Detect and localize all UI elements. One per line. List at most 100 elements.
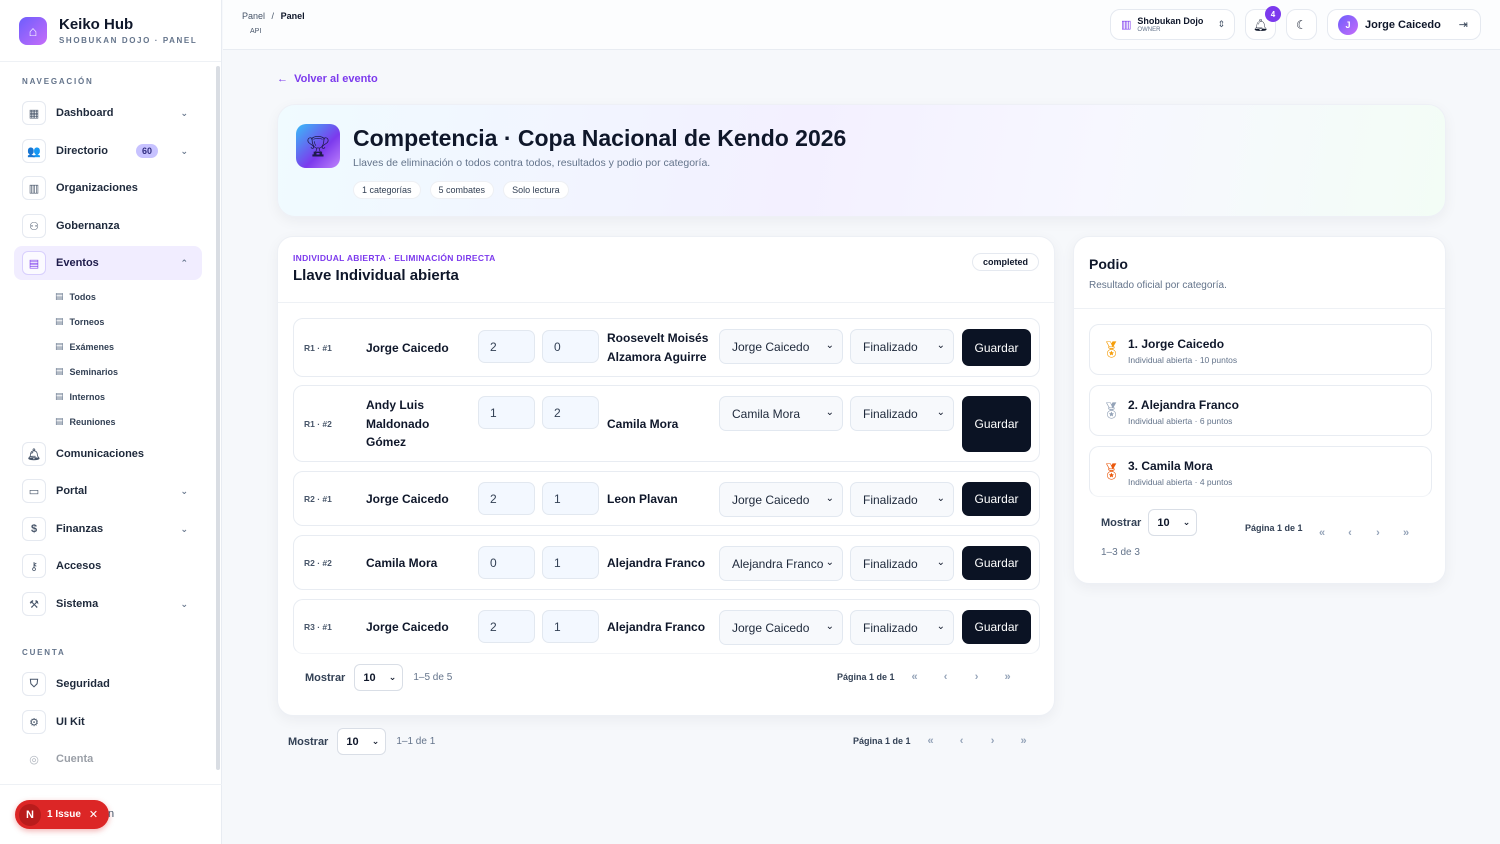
status-select[interactable]: Finalizado ⌄ — [850, 482, 954, 517]
status-select[interactable]: Finalizado ⌄ — [850, 396, 954, 431]
match-round: R3 · #1 — [304, 622, 332, 632]
user-menu[interactable]: J Jorge Caicedo ⇥ — [1327, 9, 1481, 40]
winner-select[interactable]: Camila Mora ⌄ — [719, 396, 843, 431]
close-icon[interactable]: ✕ — [89, 808, 98, 821]
match-round: R2 · #1 — [304, 494, 332, 504]
page-size-value: 10 — [363, 672, 376, 684]
prev-page-icon[interactable]: ‹ — [951, 735, 973, 747]
sidebar-item-ui-kit[interactable]: ⚙ UI Kit — [14, 705, 202, 739]
shield-icon: ⛉ — [22, 672, 46, 696]
sidebar-item-comunicaciones[interactable]: 🔔︎ Comunicaciones — [14, 437, 202, 471]
sidebar-item-organizaciones[interactable]: ▥ Organizaciones — [14, 171, 202, 205]
next-page-icon[interactable]: › — [1367, 527, 1389, 539]
chevron-down-icon: ⌄ — [823, 621, 834, 632]
player-two: Roosevelt Moisés Alzamora Aguirre — [607, 331, 709, 364]
next-page-icon[interactable]: › — [982, 735, 1004, 747]
score-two-input[interactable]: 1 — [542, 610, 599, 643]
save-button[interactable]: Guardar — [962, 329, 1031, 366]
winner-select[interactable]: Jorge Caicedo ⌄ — [719, 610, 843, 645]
calendar-icon: ▤ — [55, 366, 64, 376]
first-page-icon[interactable]: « — [1311, 527, 1333, 539]
score-one-input[interactable]: 1 — [478, 396, 535, 429]
prev-page-icon[interactable]: ‹ — [935, 671, 957, 683]
save-button[interactable]: Guardar — [962, 396, 1031, 452]
chevron-down-icon: ⌄ — [180, 598, 188, 609]
next-page-icon[interactable]: › — [966, 671, 988, 683]
score-two-input[interactable]: 1 — [542, 482, 599, 515]
sidebar-item-label: Sistema — [56, 598, 99, 610]
winner-select[interactable]: Jorge Caicedo ⌄ — [719, 482, 843, 517]
notifications-button[interactable]: 🔔︎ 4 — [1245, 6, 1281, 40]
sidebar-item-gobernanza[interactable]: ⚇ Gobernanza — [14, 209, 202, 243]
chevron-down-icon: ⌄ — [934, 621, 945, 632]
sidebar-subitem-internos[interactable]: ▤ Internos — [55, 391, 105, 402]
winner-select[interactable]: Jorge Caicedo ⌄ — [719, 329, 843, 364]
last-page-icon[interactable]: » — [1013, 735, 1035, 747]
status-select[interactable]: Finalizado ⌄ — [850, 329, 954, 364]
page-size-select[interactable]: 10 ⌄ — [1148, 509, 1198, 536]
sidebar-item-sistema[interactable]: ⚒ Sistema ⌄ — [14, 587, 202, 621]
last-page-icon[interactable]: » — [997, 671, 1019, 683]
chevron-down-icon: ⌄ — [180, 523, 188, 534]
gold-medal-icon: 🏅︎ — [1101, 342, 1122, 359]
page-size-select[interactable]: 10 ⌄ — [354, 664, 404, 691]
page-size-select[interactable]: 10 ⌄ — [337, 728, 387, 755]
podium-entry: 🏅︎ 2. Alejandra Franco Individual abiert… — [1089, 385, 1432, 436]
sidebar-item-eventos[interactable]: ▤ Eventos ⌃ — [14, 246, 202, 280]
prev-page-icon[interactable]: ‹ — [1339, 527, 1361, 539]
first-page-icon[interactable]: « — [904, 671, 926, 683]
player-one: Camila Mora — [366, 556, 438, 570]
score-two-input[interactable]: 2 — [542, 396, 599, 429]
podium-entry: 🏅︎ 1. Jorge Caicedo Individual abierta ·… — [1089, 324, 1432, 375]
sidebar-scrollbar[interactable] — [216, 66, 220, 770]
sidebar-item-seguridad[interactable]: ⛉ Seguridad — [14, 667, 202, 701]
winner-select[interactable]: Alejandra Franco ⌄ — [719, 546, 843, 581]
chevron-down-icon: ⌄ — [934, 407, 945, 418]
sidebar-subitem-seminarios[interactable]: ▤ Seminarios — [55, 366, 118, 377]
score-two-input[interactable]: 1 — [542, 546, 599, 579]
theme-toggle-button[interactable]: ☾ — [1286, 9, 1317, 40]
breadcrumb-separator: / — [271, 11, 275, 21]
breadcrumb-current: Panel — [280, 11, 305, 21]
sidebar-item-finanzas[interactable]: $ Finanzas ⌄ — [14, 512, 202, 546]
org-name: Shobukan Dojo — [1137, 16, 1204, 26]
sidebar-subitem-todos[interactable]: ▤ Todos — [55, 291, 96, 302]
podium-name: 3. Camila Mora — [1128, 459, 1213, 473]
last-page-icon[interactable]: » — [1395, 527, 1417, 539]
status-select[interactable]: Finalizado ⌄ — [850, 610, 954, 645]
sidebar-subitem-torneos[interactable]: ▤ Torneos — [55, 316, 104, 327]
matches-pagination: Mostrar 10 ⌄ 1–5 de 5 — [305, 664, 452, 691]
score-one-input[interactable]: 2 — [478, 482, 535, 515]
breadcrumb-item[interactable]: Panel — [242, 11, 265, 21]
score-one-input[interactable]: 0 — [478, 546, 535, 579]
issues-indicator[interactable]: N 1 Issue ✕ — [15, 800, 109, 829]
score-one-input[interactable]: 2 — [478, 330, 535, 363]
score-two-input[interactable]: 0 — [542, 330, 599, 363]
sidebar-subitem-reuniones[interactable]: ▤ Reuniones — [55, 416, 116, 427]
save-button[interactable]: Guardar — [962, 546, 1031, 580]
status-value: Finalizado — [863, 340, 918, 354]
sidebar-item-accesos[interactable]: ⚷ Accesos — [14, 549, 202, 583]
organization-selector[interactable]: ▥ Shobukan Dojo OWNER ⇕ — [1110, 9, 1235, 40]
first-page-icon[interactable]: « — [920, 735, 942, 747]
brand[interactable]: ⌂ Keiko Hub SHOBUKAN DOJO · PANEL — [0, 0, 221, 62]
score-one-input[interactable]: 2 — [478, 610, 535, 643]
building-icon: ▥ — [1121, 19, 1132, 31]
sidebar-item-cuenta[interactable]: ◎ Cuenta — [14, 742, 202, 776]
save-button[interactable]: Guardar — [962, 610, 1031, 644]
calendar-icon: ▤ — [22, 251, 46, 275]
issue-label: 1 Issue — [47, 809, 81, 820]
page-indicator: Página 1 de 1 — [1245, 523, 1303, 533]
building-icon: ▥ — [22, 176, 46, 200]
back-to-event-link[interactable]: ← Volver al evento — [277, 73, 378, 85]
status-select[interactable]: Finalizado ⌄ — [850, 546, 954, 581]
sidebar-item-dashboard[interactable]: ▦ Dashboard ⌄ — [14, 96, 202, 130]
status-value: Finalizado — [863, 557, 918, 571]
logout-icon[interactable]: ⇥ — [1459, 18, 1468, 31]
page-indicator: Página 1 de 1 — [837, 672, 895, 682]
sidebar-subitem-examenes[interactable]: ▤ Exámenes — [55, 341, 114, 352]
sidebar-item-directorio[interactable]: 👥 Directorio 60 ⌄ — [14, 134, 202, 168]
sidebar-item-label: Comunicaciones — [56, 448, 145, 460]
save-button[interactable]: Guardar — [962, 482, 1031, 516]
sidebar-item-portal[interactable]: ▭ Portal ⌄ — [14, 474, 202, 508]
